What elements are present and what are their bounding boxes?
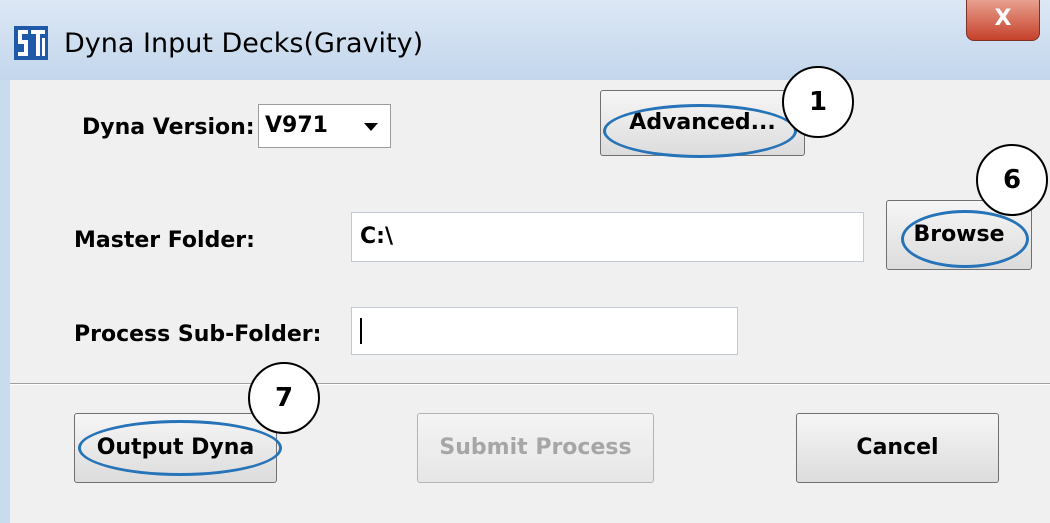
close-button[interactable]: X — [966, 0, 1040, 41]
dyna-version-value: V971 — [265, 113, 328, 138]
close-icon: X — [994, 6, 1012, 31]
dyna-version-select[interactable]: V971 — [258, 104, 391, 148]
app-logo-icon — [14, 26, 48, 60]
submit-process-button[interactable]: Submit Process — [417, 413, 654, 483]
divider — [10, 383, 1050, 385]
master-folder-input[interactable]: C:\ — [351, 212, 864, 262]
cancel-button[interactable]: Cancel — [796, 413, 999, 483]
master-folder-label: Master Folder: — [74, 228, 255, 253]
dialog-window: Dyna Input Decks(Gravity) X Dyna Version… — [0, 0, 1050, 523]
process-subfolder-input[interactable] — [351, 307, 738, 355]
callout-7-badge: 7 — [248, 362, 320, 434]
process-subfolder-label: Process Sub-Folder: — [74, 322, 322, 347]
text-caret — [360, 318, 362, 344]
chevron-down-icon — [364, 123, 378, 131]
callout-1-badge: 1 — [782, 66, 854, 138]
output-dyna-button[interactable]: Output Dyna — [74, 413, 277, 483]
window-title: Dyna Input Decks(Gravity) — [64, 28, 424, 59]
title-bar: Dyna Input Decks(Gravity) X — [0, 0, 1050, 80]
dyna-version-label: Dyna Version: — [82, 115, 255, 140]
callout-6-badge: 6 — [976, 144, 1048, 216]
advanced-button[interactable]: Advanced... — [600, 90, 805, 156]
